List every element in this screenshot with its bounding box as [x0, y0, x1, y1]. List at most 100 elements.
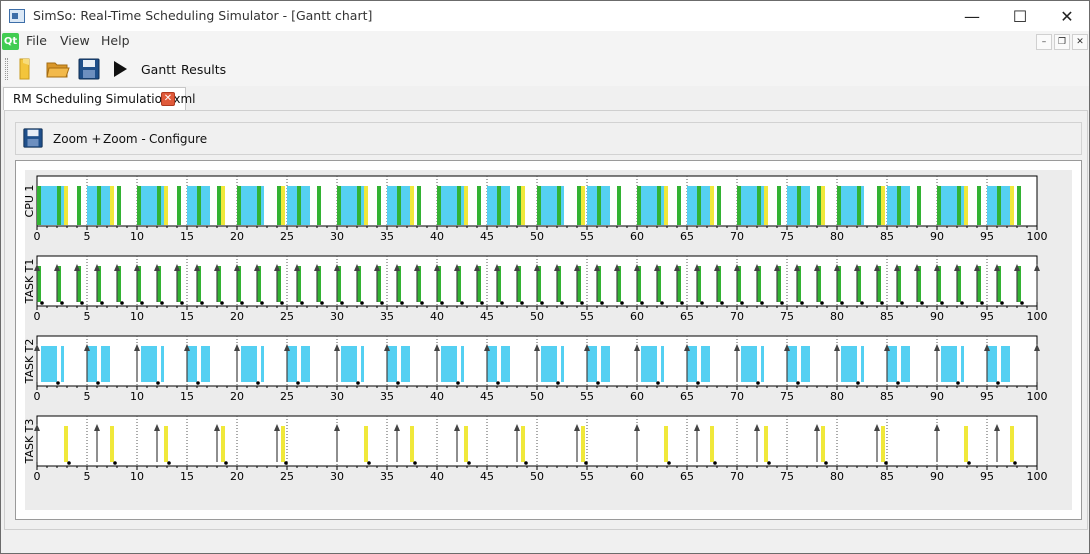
cpu-exec-bar-t1 [257, 186, 261, 225]
job-completion-dot [180, 301, 184, 305]
zoom-in-button[interactable]: Zoom + [53, 132, 101, 146]
save-chart-icon[interactable] [22, 127, 44, 149]
cpu-exec-bar-t3 [464, 186, 468, 225]
task-exec-bar-t3 [764, 426, 768, 462]
task-exec-bar-t3 [110, 426, 114, 462]
gantt-window: Zoom + Zoom - Configure CPU 1 0 5 10 15 20 25 3… [4, 110, 1088, 530]
cpu-exec-bar-t1 [957, 186, 961, 225]
gantt-row-label: TASK T2 [25, 339, 36, 385]
task-exec-bar-t2 [601, 346, 610, 382]
cpu-exec-bar-t3 [410, 186, 414, 225]
task-exec-bar-t2 [587, 346, 597, 382]
axis-tick-label: 70 [730, 470, 744, 483]
run-simulation-icon[interactable] [108, 57, 132, 81]
job-completion-dot [840, 301, 844, 305]
axis-tick-label: 55 [580, 470, 594, 483]
cpu-exec-bar-t2 [861, 186, 864, 225]
cpu-exec-bar-t3 [64, 186, 68, 225]
tab-close-icon[interactable]: ✕ [161, 92, 175, 106]
mdi-minimize-button[interactable]: – [1036, 34, 1052, 50]
task-exec-bar-t1 [137, 266, 141, 302]
axis-tick-label: 45 [480, 390, 494, 403]
gantt-chart-area: CPU 105101520253035404550556065707580859… [25, 170, 1072, 510]
close-button[interactable]: ✕ [1044, 1, 1090, 32]
axis-tick-label: 50 [530, 470, 544, 483]
cpu-exec-bar-t1 [337, 186, 341, 225]
configure-button[interactable]: Configure [149, 132, 207, 146]
axis-tick-label: 0 [34, 310, 41, 323]
axis-tick-label: 80 [830, 390, 844, 403]
task-exec-bar-t2 [287, 346, 297, 382]
new-file-icon[interactable] [14, 57, 38, 81]
task-exec-bar-t2 [801, 346, 810, 382]
cpu-exec-bar-t3 [281, 186, 285, 225]
document-area: Zoom + Zoom - Configure CPU 1 0 5 10 15 20 25 3… [0, 110, 1090, 554]
task-exec-bar-t2 [87, 346, 97, 382]
job-completion-dot [60, 301, 64, 305]
axis-tick-label: 0 [34, 390, 41, 403]
task-exec-bar-t3 [364, 426, 368, 462]
maximize-button[interactable]: ☐ [997, 1, 1043, 32]
window-title: SimSo: Real-Time Scheduling Simulator - … [33, 8, 373, 23]
job-completion-dot [400, 301, 404, 305]
cpu-exec-bar-t1 [97, 186, 101, 225]
cpu-exec-bar-t1 [497, 186, 501, 225]
job-completion-dot [967, 461, 971, 465]
task-exec-bar-t2 [261, 346, 264, 382]
task-exec-bar-t3 [1010, 426, 1014, 462]
axis-tick-label: 85 [880, 390, 894, 403]
job-completion-dot [200, 301, 204, 305]
task-exec-bar-t2 [941, 346, 957, 382]
job-completion-dot [700, 301, 704, 305]
task-exec-bar-t2 [101, 346, 110, 382]
cpu-exec-bar-t1 [297, 186, 301, 225]
task-exec-bar-t3 [464, 426, 468, 462]
minimize-button[interactable]: — [949, 1, 995, 32]
axis-tick-label: 70 [730, 230, 744, 243]
results-button[interactable]: Results [181, 62, 226, 77]
cpu-exec-bar-t1 [857, 186, 861, 225]
job-completion-dot [620, 301, 624, 305]
mdi-close-button[interactable]: ✕ [1072, 34, 1088, 50]
cpu-exec-bar-t2 [487, 186, 497, 225]
job-completion-dot [280, 301, 284, 305]
axis-tick-label: 90 [930, 310, 944, 323]
axis-tick-label: 70 [730, 390, 744, 403]
job-completion-dot [460, 301, 464, 305]
toolbar-grip[interactable] [5, 58, 8, 80]
axis-tick-label: 85 [880, 230, 894, 243]
job-completion-dot [260, 301, 264, 305]
cpu-exec-bar-t2 [887, 186, 897, 225]
axis-tick-label: 65 [680, 390, 694, 403]
cpu-exec-bar-t1 [117, 186, 121, 225]
gantt-button[interactable]: Gantt [141, 62, 176, 77]
menu-help[interactable]: Help [101, 33, 130, 48]
cpu-exec-bar-t1 [377, 186, 381, 225]
axis-tick-label: 90 [930, 470, 944, 483]
task-exec-bar-t2 [841, 346, 857, 382]
task-exec-bar-t3 [581, 426, 585, 462]
cpu-exec-bar-t2 [241, 186, 257, 225]
main-toolbar: Gantt Results [0, 52, 1090, 86]
title-bar: SimSo: Real-Time Scheduling Simulator - … [0, 0, 1090, 31]
zoom-out-button[interactable]: Zoom - [103, 132, 146, 146]
axis-tick-label: 45 [480, 310, 494, 323]
job-completion-dot [67, 461, 71, 465]
open-folder-icon[interactable] [46, 57, 70, 81]
save-icon[interactable] [77, 57, 101, 81]
mdi-restore-button[interactable]: ❐ [1054, 34, 1070, 50]
cpu-exec-bar-t2 [701, 186, 710, 225]
task-exec-bar-t1 [157, 266, 161, 302]
menu-file[interactable]: File [26, 33, 47, 48]
task-exec-bar-t2 [861, 346, 864, 382]
tab-rm-scheduling-simulation[interactable]: RM Scheduling Simulation.xml ✕ [3, 87, 196, 110]
cpu-exec-bar-t1 [537, 186, 541, 225]
gantt-chart: CPU 105101520253035404550556065707580859… [25, 175, 1048, 483]
gantt-row-label: TASK T3 [25, 419, 36, 465]
job-completion-dot [420, 301, 424, 305]
cpu-exec-bar-t3 [581, 186, 585, 225]
job-completion-dot [380, 301, 384, 305]
task-exec-bar-t2 [901, 346, 910, 382]
menu-view[interactable]: View [60, 33, 90, 48]
task-exec-bar-t3 [64, 426, 68, 462]
